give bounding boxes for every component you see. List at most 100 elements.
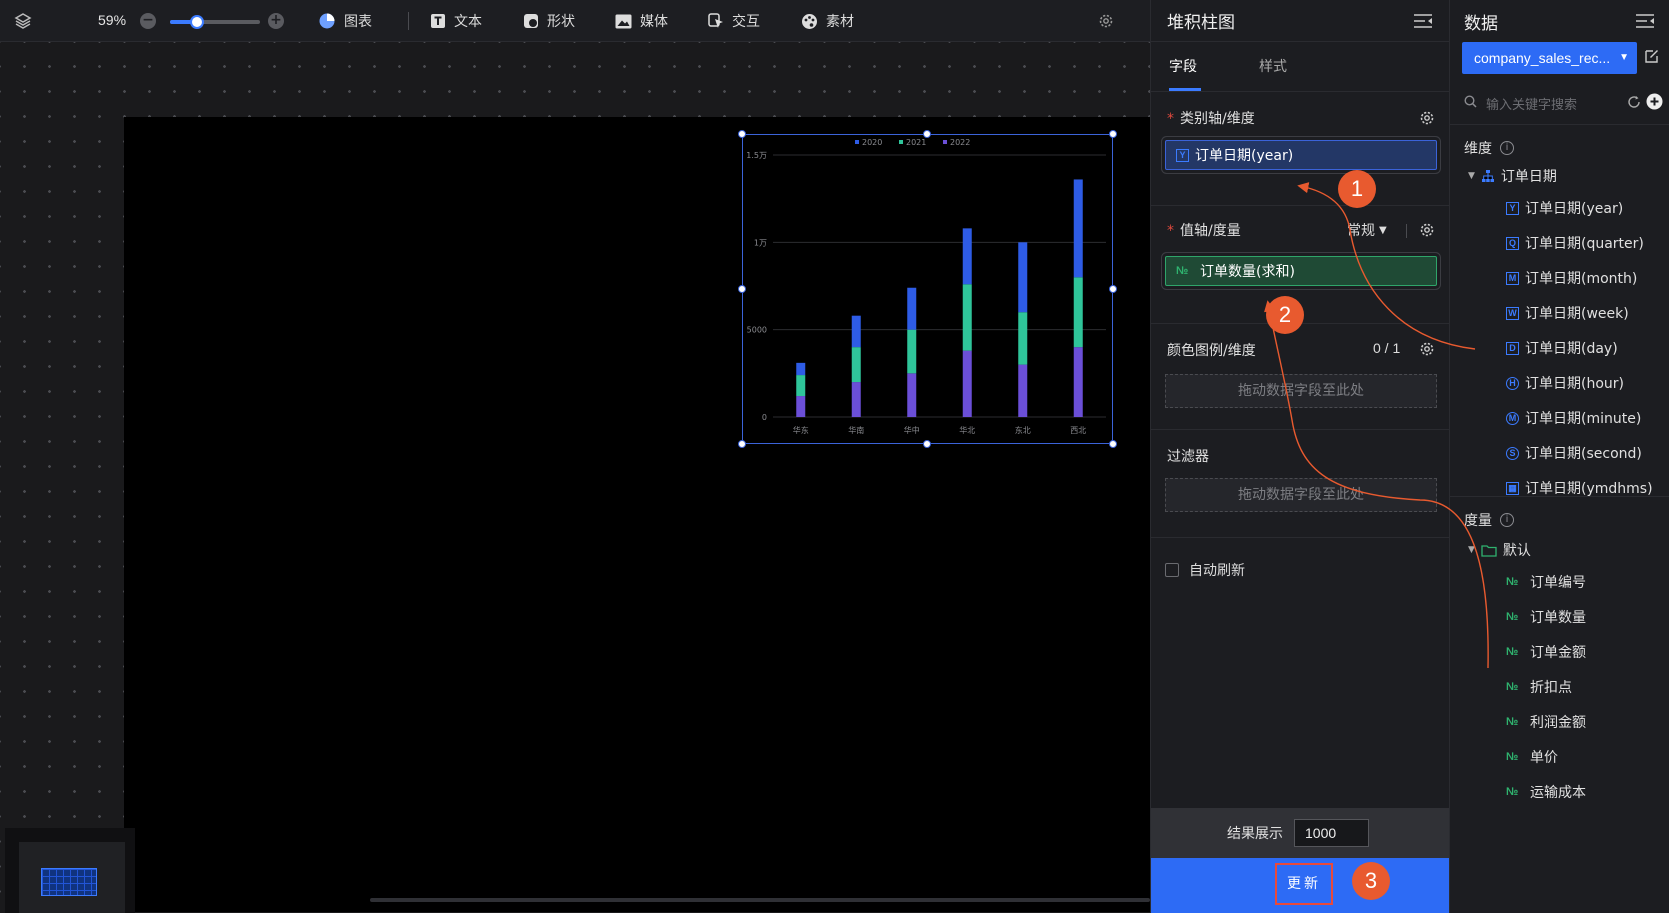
y-tick-label: 0 (762, 413, 767, 422)
measure-item[interactable]: № 订单数量 (1506, 607, 1586, 627)
dimension-item[interactable]: M 订单日期(month) (1506, 268, 1637, 288)
dimension-item[interactable]: ▦ 订单日期(ymdhms) (1506, 478, 1653, 498)
dimension-item-label: 订单日期(hour) (1525, 376, 1624, 392)
measure-item[interactable]: № 运输成本 (1506, 782, 1586, 802)
dimension-item[interactable]: W 订单日期(week) (1506, 303, 1629, 323)
toolbar-chart[interactable]: 图表 (318, 10, 372, 32)
search-placeholder: 输入关键字搜索 (1486, 98, 1578, 113)
active-tab-indicator (1169, 88, 1201, 91)
legend-swatch (855, 140, 859, 144)
minimap[interactable] (5, 828, 135, 913)
dimension-item-label: 订单日期(ymdhms) (1525, 481, 1653, 497)
legend-swatch (943, 140, 947, 144)
category-axis-field[interactable]: Y 订单日期(year) (1165, 140, 1437, 170)
dataset-select[interactable]: company_sales_rec... ▼ (1462, 42, 1637, 74)
bar-segment (962, 350, 972, 417)
dimension-item[interactable]: H 订单日期(hour) (1506, 373, 1624, 393)
dimension-item-label: 订单日期(week) (1525, 306, 1629, 322)
dimension-item-label: 订单日期(second) (1525, 446, 1642, 462)
value-axis-field[interactable]: № 订单数量(求和) (1165, 256, 1437, 286)
add-field-icon[interactable] (1646, 93, 1663, 110)
bar-segment (907, 287, 917, 330)
info-icon[interactable]: i (1500, 141, 1514, 155)
resize-handle-sw[interactable] (738, 440, 746, 448)
chart-type-title: 堆积柱图 (1167, 13, 1235, 33)
x-tick-label: 华东 (793, 425, 809, 435)
auto-refresh-checkbox[interactable] (1165, 563, 1179, 577)
zoom-in-button[interactable]: + (268, 13, 284, 29)
measure-item-label: 订单金额 (1530, 645, 1586, 661)
toolbar-interaction[interactable]: 交互 (708, 10, 760, 32)
toolbar-material-label: 素材 (826, 14, 854, 30)
tab-style[interactable]: 样式 (1259, 56, 1287, 76)
resize-handle-e[interactable] (1109, 285, 1117, 293)
dimension-item[interactable]: Q 订单日期(quarter) (1506, 233, 1644, 253)
dimension-item[interactable]: Y 订单日期(year) (1506, 198, 1623, 218)
dimension-group-order-date[interactable]: ▼ 订单日期 (1468, 166, 1557, 186)
measure-item[interactable]: № 订单编号 (1506, 572, 1586, 592)
info-icon[interactable]: i (1500, 513, 1514, 527)
color-legend-drop-zone[interactable]: 拖动数据字段至此处 (1165, 374, 1437, 408)
dimension-item[interactable]: D 订单日期(day) (1506, 338, 1618, 358)
measure-group-default[interactable]: ▼ 默认 (1468, 540, 1531, 560)
collapse-data-panel-icon[interactable] (1635, 13, 1655, 29)
toolbar-media[interactable]: 媒体 (615, 10, 668, 32)
toolbar-shape[interactable]: 形状 (523, 10, 575, 32)
legend-label: 2021 (906, 138, 926, 147)
zoom-slider[interactable] (170, 15, 260, 29)
stacked-bar-chart-widget[interactable]: 0 5000 1万 1.5万 华东 华南 华中 华北 东北 西北 2020 2021 2022 (742, 134, 1113, 444)
measure-item-label: 单价 (1530, 750, 1558, 766)
measure-item[interactable]: № 利润金额 (1506, 712, 1586, 732)
measure-field-icon: № (1506, 576, 1519, 588)
toolbar-text[interactable]: 文本 (430, 10, 482, 32)
measure-field-icon: № (1506, 716, 1519, 728)
expand-caret-icon[interactable]: ▼ (1468, 171, 1475, 181)
result-count-input[interactable]: 1000 (1294, 819, 1369, 847)
resize-handle-ne[interactable] (1109, 130, 1117, 138)
zoom-slider-knob[interactable] (190, 15, 204, 29)
value-axis-settings-icon[interactable] (1419, 222, 1435, 238)
value-mode-select[interactable]: 常规 ▼ (1347, 220, 1387, 240)
y-tick-label: 5000 (747, 326, 767, 335)
field-search[interactable]: 输入关键字搜索 (1462, 92, 1663, 114)
dimension-item[interactable]: S 订单日期(second) (1506, 443, 1642, 463)
measure-item[interactable]: № 单价 (1506, 747, 1558, 767)
step-badge-1: 1 (1338, 170, 1376, 208)
dimension-item-label: 订单日期(minute) (1525, 411, 1642, 427)
toolbar-divider (408, 12, 409, 30)
filter-section: 过滤器 拖动数据字段至此处 (1151, 430, 1450, 538)
edit-dataset-icon[interactable] (1644, 48, 1660, 64)
resize-handle-n[interactable] (923, 130, 931, 138)
collapse-panel-icon[interactable] (1413, 13, 1433, 29)
update-button[interactable]: 更新 (1275, 863, 1333, 905)
color-legend-settings-icon[interactable] (1419, 341, 1435, 357)
required-mark: * (1167, 111, 1174, 127)
y-tick-label: 1.5万 (746, 151, 767, 160)
layers-icon[interactable] (14, 12, 32, 30)
year-dimension-icon: Y (1176, 148, 1189, 162)
resize-handle-se[interactable] (1109, 440, 1117, 448)
resize-handle-s[interactable] (923, 440, 931, 448)
toolbar-material[interactable]: 素材 (801, 10, 854, 32)
property-panel-header: 堆积柱图 (1151, 0, 1449, 42)
resize-handle-nw[interactable] (738, 130, 746, 138)
resize-handle-w[interactable] (738, 285, 746, 293)
filter-drop-zone[interactable]: 拖动数据字段至此处 (1165, 478, 1437, 512)
measure-field-icon: № (1506, 751, 1519, 763)
horizontal-scrollbar[interactable] (370, 898, 1150, 902)
expand-caret-icon[interactable]: ▼ (1468, 545, 1475, 555)
tab-fields[interactable]: 字段 (1169, 56, 1197, 76)
dimension-item[interactable]: M 订单日期(minute) (1506, 408, 1641, 428)
measure-field-icon: № (1506, 786, 1519, 798)
zoom-out-button[interactable]: − (140, 13, 156, 29)
settings-gear-icon[interactable] (1098, 13, 1114, 29)
update-bar: 更新 (1151, 858, 1450, 913)
bar-segment (962, 228, 972, 285)
category-axis-settings-icon[interactable] (1419, 110, 1435, 126)
refresh-icon[interactable] (1627, 95, 1641, 109)
step-badge-2: 2 (1266, 296, 1304, 334)
color-legend-title: 颜色图例/维度 (1167, 343, 1256, 359)
measure-item[interactable]: № 订单金额 (1506, 642, 1586, 662)
auto-refresh-row[interactable]: 自动刷新 (1165, 560, 1245, 580)
measure-item[interactable]: № 折扣点 (1506, 677, 1572, 697)
